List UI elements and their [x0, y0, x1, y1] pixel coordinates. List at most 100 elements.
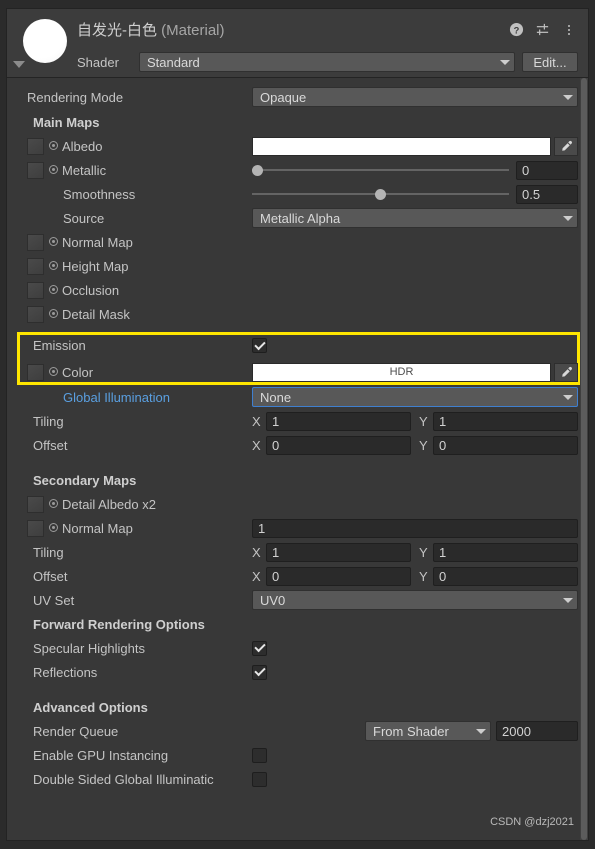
rendering-mode-field: Opaque [252, 84, 578, 110]
reflections-label: Reflections [33, 664, 98, 680]
specular-highlights-label: Specular Highlights [33, 640, 146, 656]
emission-offset-x-input[interactable]: 0 [266, 435, 411, 455]
secondary-offset-x-input[interactable]: 0 [266, 566, 411, 586]
material-name: 自发光-白色 [77, 22, 157, 39]
help-icon[interactable]: ? [509, 22, 524, 37]
detail-mask-label: Detail Mask [62, 306, 130, 322]
emission-offset-label: Offset [33, 437, 68, 453]
double-sided-gi-checkbox[interactable] [252, 771, 267, 787]
emission-group: Emission Color HDR [7, 332, 588, 385]
detail-albedo-picker-icon[interactable] [49, 498, 60, 510]
metallic-field: 0 [252, 158, 578, 182]
normal-map-picker-icon[interactable] [49, 236, 60, 248]
smoothness-value-field[interactable]: 0.5 [516, 184, 578, 204]
emission-texture-slot[interactable] [27, 363, 44, 381]
detail-mask-texture-slot[interactable] [27, 305, 44, 323]
albedo-picker-icon[interactable] [49, 140, 60, 152]
height-map-picker-icon[interactable] [49, 260, 60, 272]
albedo-texture-slot[interactable] [27, 137, 44, 155]
emission-color-swatch[interactable]: HDR [252, 362, 551, 382]
emission-offset-y-input[interactable]: 0 [433, 435, 578, 455]
specular-highlights-field [252, 636, 578, 660]
secondary-tiling-y-input[interactable]: 1 [433, 542, 578, 562]
chevron-down-icon [563, 394, 573, 400]
emission-picker-icon[interactable] [49, 366, 60, 378]
occlusion-picker-icon[interactable] [49, 284, 60, 296]
secondary-maps-section-label: Secondary Maps [33, 472, 137, 488]
shader-dropdown[interactable]: Standard [139, 52, 515, 72]
reflections-checkbox[interactable] [252, 664, 267, 680]
eyedropper-icon[interactable] [554, 136, 578, 156]
render-queue-value-input[interactable]: 2000 [496, 721, 578, 741]
row-emission-tiling: Tiling X 1 Y 1 [7, 409, 588, 433]
emission-checkbox[interactable] [252, 338, 267, 353]
smoothness-slider[interactable] [252, 186, 509, 202]
material-inspector-panel: 自发光-白色 (Material) ? Shader Standard Edit… [6, 8, 589, 841]
secondary-tiling-field: X 1 Y 1 [252, 540, 578, 564]
metallic-slider[interactable] [252, 162, 509, 178]
albedo-color-swatch[interactable] [252, 136, 551, 156]
rendering-mode-dropdown[interactable]: Opaque [252, 87, 578, 107]
gpu-instancing-checkbox[interactable] [252, 747, 267, 763]
preset-sliders-icon[interactable] [535, 22, 550, 37]
smoothness-label: Smoothness [63, 186, 136, 202]
shader-row: Shader Standard Edit... [77, 52, 578, 72]
hdr-badge: HDR [389, 366, 414, 378]
chevron-down-icon [563, 215, 573, 221]
secondary-normal-map-scale-input[interactable]: 1 [252, 518, 578, 538]
emission-color-label: Color [62, 364, 94, 380]
metallic-picker-icon[interactable] [49, 164, 60, 176]
secondary-tiling-x-axis-label: X [252, 544, 261, 560]
inspector-body: Rendering Mode Opaque Main Maps Albedo M… [7, 78, 588, 791]
eyedropper-icon[interactable] [554, 362, 578, 382]
row-specular-highlights: Specular Highlights [7, 636, 588, 660]
source-dropdown[interactable]: Metallic Alpha [252, 208, 578, 228]
watermark-text: CSDN @dzj2021 [490, 816, 574, 828]
row-occlusion: Occlusion [7, 278, 588, 302]
metallic-value-field[interactable]: 0 [516, 160, 578, 180]
edit-shader-button[interactable]: Edit... [522, 52, 578, 72]
smoothness-slider-handle[interactable] [375, 188, 386, 200]
reflections-field [252, 660, 578, 684]
secondary-offset-y-axis-label: Y [419, 568, 428, 584]
height-map-texture-slot[interactable] [27, 257, 44, 275]
foldout-arrow-icon[interactable] [13, 61, 25, 68]
metallic-texture-slot[interactable] [27, 161, 44, 179]
render-queue-mode-dropdown[interactable]: From Shader [365, 721, 491, 741]
metallic-slider-handle[interactable] [252, 164, 263, 176]
rendering-mode-label: Rendering Mode [27, 89, 124, 105]
detail-mask-picker-icon[interactable] [49, 308, 60, 320]
secondary-tiling-vector: X 1 Y 1 [252, 542, 578, 562]
scrollbar-thumb[interactable] [581, 78, 587, 840]
vertical-scrollbar[interactable] [580, 78, 588, 840]
global-illumination-value: None [260, 389, 292, 405]
occlusion-texture-slot[interactable] [27, 281, 44, 299]
chevron-down-icon [476, 728, 486, 734]
secondary-tiling-x-input[interactable]: 1 [266, 542, 411, 562]
normal-map-texture-slot[interactable] [27, 233, 44, 251]
gpu-instancing-field [252, 743, 578, 767]
header-icon-group: ? [509, 22, 576, 37]
uv-set-field: UV0 [252, 588, 578, 612]
rendering-mode-value: Opaque [260, 89, 307, 105]
detail-albedo-texture-slot[interactable] [27, 495, 44, 513]
emission-tiling-y-axis-label: Y [419, 413, 428, 429]
secondary-offset-y-input[interactable]: 0 [433, 566, 578, 586]
uv-set-dropdown[interactable]: UV0 [252, 590, 578, 610]
emission-tiling-vector: X 1 Y 1 [252, 411, 578, 431]
emission-color-field: HDR [252, 359, 578, 385]
metallic-slider-track [252, 169, 509, 171]
emission-offset-field: X 0 Y 0 [252, 433, 578, 457]
secondary-normal-map-texture-slot[interactable] [27, 519, 44, 537]
global-illumination-label[interactable]: Global Illumination [27, 390, 170, 405]
render-queue-label: Render Queue [33, 723, 119, 739]
global-illumination-dropdown[interactable]: None [252, 387, 578, 407]
specular-highlights-checkbox[interactable] [252, 640, 267, 656]
emission-tiling-x-input[interactable]: 1 [266, 411, 411, 431]
material-preview-swatch[interactable] [23, 19, 67, 63]
emission-tiling-y-input[interactable]: 1 [433, 411, 578, 431]
row-secondary-tiling: Tiling X 1 Y 1 [7, 540, 588, 564]
secondary-normal-map-picker-icon[interactable] [49, 522, 60, 534]
kebab-menu-icon[interactable] [561, 22, 576, 37]
row-double-sided-gi: Double Sided Global Illuminatic [7, 767, 588, 791]
